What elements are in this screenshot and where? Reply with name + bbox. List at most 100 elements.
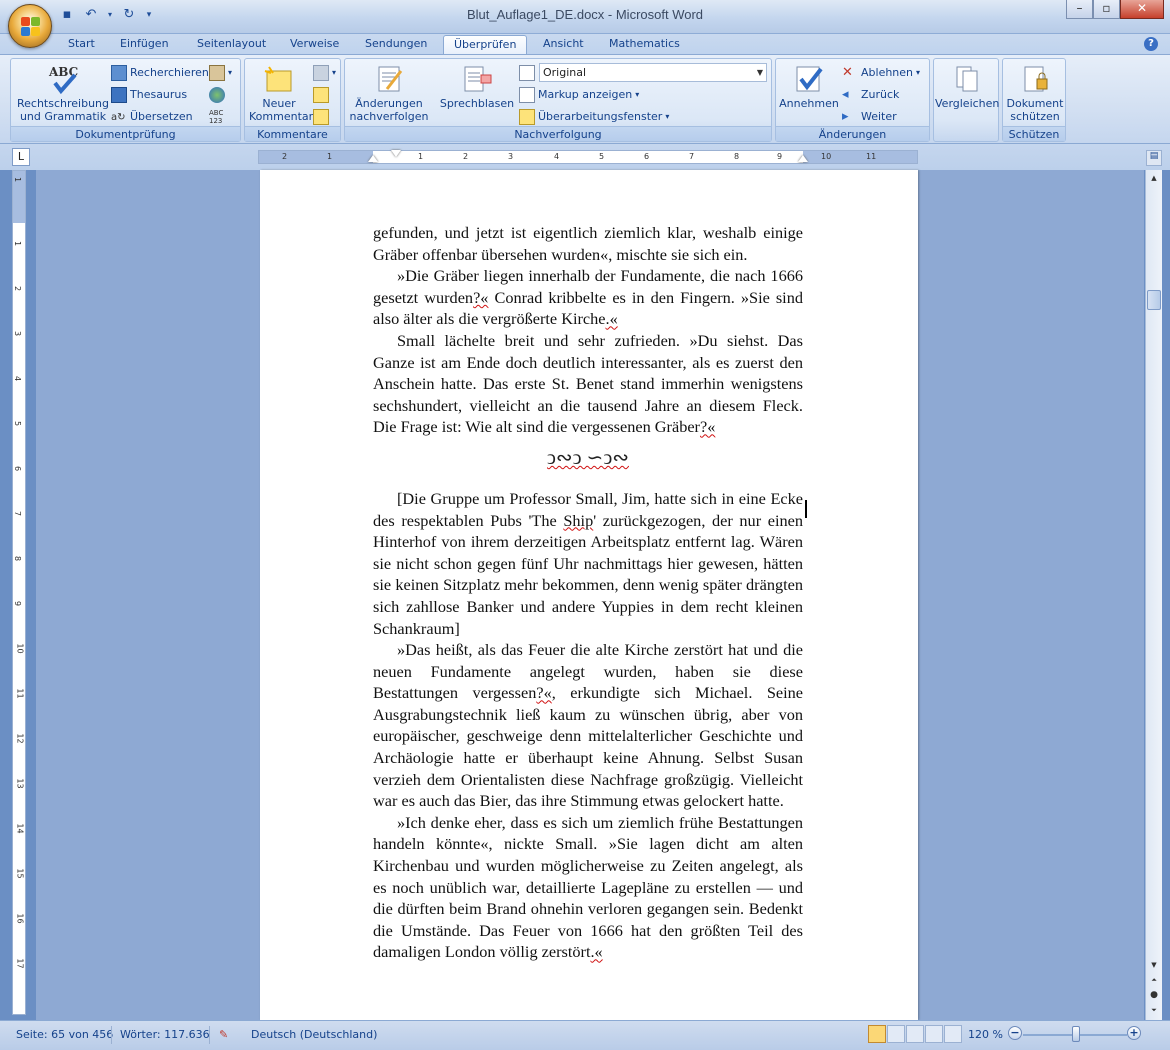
previous-change-label: Zurück <box>861 88 900 101</box>
first-line-indent-marker[interactable] <box>391 150 401 157</box>
maximize-button[interactable]: ▫ <box>1093 0 1120 19</box>
uebersetzen-button[interactable]: a↻ Übersetzen <box>111 108 193 126</box>
ruler-number: 4 <box>13 375 23 382</box>
previous-change-button[interactable]: ◂ Zurück <box>842 86 899 104</box>
ruler-number: 2 <box>282 152 288 161</box>
proofing-status-icon[interactable]: ✎ <box>219 1025 228 1045</box>
ruler-number: 2 <box>13 285 23 292</box>
ruler-number: 12 <box>15 733 25 744</box>
word-count[interactable]: Wörter: 117.636 <box>120 1025 210 1045</box>
group-label-dokumentpruefung: Dokumentprüfung <box>11 126 240 141</box>
tab-start[interactable]: Start <box>58 35 105 54</box>
ruler-number: 1 <box>13 176 23 183</box>
ruler-number: 1 <box>418 152 424 161</box>
spelling-error[interactable]: ?« <box>473 288 488 307</box>
thesaurus-label: Thesaurus <box>130 88 188 101</box>
scrollbar-thumb[interactable] <box>1147 290 1161 310</box>
vertical-ruler[interactable]: 1 1 2 3 4 5 6 7 8 9 10 11 12 13 14 15 16… <box>12 170 26 1015</box>
ruler-number: 11 <box>866 152 877 161</box>
close-button[interactable]: ✕ <box>1120 0 1164 19</box>
language-tools-button[interactable] <box>209 86 225 104</box>
zoom-slider-handle[interactable] <box>1072 1026 1080 1042</box>
ruler-number: 5 <box>13 420 23 427</box>
previous-page-icon[interactable]: ⏶ <box>1147 973 1161 987</box>
display-for-review-select[interactable]: Original ▼ <box>539 63 767 82</box>
next-page-icon[interactable]: ⏷ <box>1147 1003 1161 1017</box>
ruler-number: 3 <box>13 330 23 337</box>
ruler-number: 10 <box>15 643 25 654</box>
recherchieren-button[interactable]: Recherchieren <box>111 64 209 82</box>
document-text[interactable]: gefunden, und jetzt ist eigentlich zieml… <box>373 222 803 963</box>
zoom-in-button[interactable]: + <box>1127 1026 1141 1040</box>
compare-button[interactable]: Vergleichen <box>935 63 999 110</box>
document-page[interactable]: gefunden, und jetzt ist eigentlich zieml… <box>260 170 918 1020</box>
browse-object-icon[interactable]: ● <box>1147 988 1161 1002</box>
office-logo-icon <box>21 17 41 37</box>
balloons-button[interactable]: Sprechblasen <box>437 63 517 110</box>
zoom-level[interactable]: 120 % <box>968 1025 1003 1045</box>
tab-selector[interactable]: L <box>12 148 30 166</box>
new-comment-button[interactable]: Neuer Kommentar <box>249 63 313 123</box>
view-ruler-button[interactable]: ▤ <box>1146 150 1162 166</box>
spelling-error[interactable]: ?« <box>700 417 715 436</box>
right-indent-marker[interactable] <box>798 155 808 162</box>
show-markup-button[interactable]: Markup anzeigen ▾ <box>519 86 639 104</box>
spelling-error[interactable]: ?« <box>536 683 551 702</box>
left-indent-marker[interactable] <box>368 155 378 162</box>
zoom-out-button[interactable]: − <box>1008 1026 1022 1040</box>
tab-einfuegen[interactable]: Einfügen <box>110 35 179 54</box>
scroll-up-icon[interactable]: ▲ <box>1147 171 1161 185</box>
translate-icon: a↻ <box>111 112 126 123</box>
clipboard-tools-button[interactable]: ▾ <box>209 64 232 82</box>
tab-mathematics[interactable]: Mathematics <box>599 35 690 54</box>
print-layout-view-icon[interactable] <box>868 1025 886 1043</box>
accept-button[interactable]: Annehmen <box>778 63 840 110</box>
paragraph: gefunden, und jetzt ist eigentlich zieml… <box>373 223 803 264</box>
delete-comment-button[interactable]: ▾ <box>313 64 336 82</box>
track-changes-button[interactable]: Änderungen nachverfolgen <box>349 63 429 123</box>
tab-seitenlayout[interactable]: Seitenlayout <box>187 35 276 54</box>
vertical-scrollbar[interactable]: ▲ ▼ ⏶ ● ⏷ <box>1145 170 1162 1020</box>
outline-view-icon[interactable] <box>925 1025 943 1043</box>
full-screen-reading-view-icon[interactable] <box>887 1025 905 1043</box>
help-icon[interactable]: ? <box>1144 37 1158 51</box>
ruler-number: 8 <box>734 152 740 161</box>
tab-sendungen[interactable]: Sendungen <box>355 35 437 54</box>
protect-document-button[interactable]: Dokument schützen <box>1004 63 1066 123</box>
ruler-number: 17 <box>15 958 25 969</box>
page-count[interactable]: Seite: 65 von 456 <box>16 1025 113 1045</box>
ruler-number: 2 <box>463 152 469 161</box>
paragraph: Small lächelte breit und sehr zufrieden.… <box>373 330 803 438</box>
reviewing-pane-button[interactable]: Überarbeitungsfenster ▾ <box>519 108 669 126</box>
next-comment-button[interactable] <box>313 108 329 126</box>
web-layout-view-icon[interactable] <box>906 1025 924 1043</box>
draft-view-icon[interactable] <box>944 1025 962 1043</box>
reviewing-pane-icon <box>519 109 535 125</box>
horizontal-ruler[interactable]: 2 1 1 2 3 4 5 6 7 8 9 10 11 <box>258 150 918 164</box>
next-change-button[interactable]: ▸ Weiter <box>842 108 897 126</box>
language-status[interactable]: Deutsch (Deutschland) <box>251 1025 377 1045</box>
tab-ansicht[interactable]: Ansicht <box>533 35 594 54</box>
thesaurus-button[interactable]: Thesaurus <box>111 86 187 104</box>
tab-verweise[interactable]: Verweise <box>280 35 349 54</box>
reject-button[interactable]: ✕ Ablehnen ▾ <box>842 64 920 82</box>
previous-comment-button[interactable] <box>313 86 329 104</box>
spelling-grammar-button[interactable]: ABC Rechtschreibung und Grammatik <box>15 63 111 123</box>
ruler-number: 10 <box>821 152 832 161</box>
previous-comment-icon <box>313 87 329 103</box>
office-button[interactable] <box>8 4 52 48</box>
word-count-icon: ABC 123 <box>209 109 224 125</box>
compare-label: Vergleichen <box>935 97 1000 110</box>
minimize-button[interactable]: – <box>1066 0 1093 19</box>
spelling-error[interactable]: .« <box>606 309 618 328</box>
group-aenderungen: Annehmen ✕ Ablehnen ▾ ◂ Zurück ▸ Weiter Ä… <box>775 58 930 142</box>
title-bar: ▪ ↶ ▾ ↻ ▾ Blut_Auflage1_DE.docx - Micros… <box>0 0 1170 34</box>
scroll-down-icon[interactable]: ▼ <box>1147 958 1161 972</box>
ruler-number: 8 <box>13 555 23 562</box>
spelling-error[interactable]: Ship <box>563 511 593 530</box>
word-count-button[interactable]: ABC 123 <box>209 108 225 126</box>
document-area: gefunden, und jetzt ist eigentlich zieml… <box>36 170 1144 1020</box>
ruler-number: 6 <box>13 465 23 472</box>
spelling-error[interactable]: .« <box>590 942 602 961</box>
tab-ueberpruefen[interactable]: Überprüfen <box>443 35 528 54</box>
